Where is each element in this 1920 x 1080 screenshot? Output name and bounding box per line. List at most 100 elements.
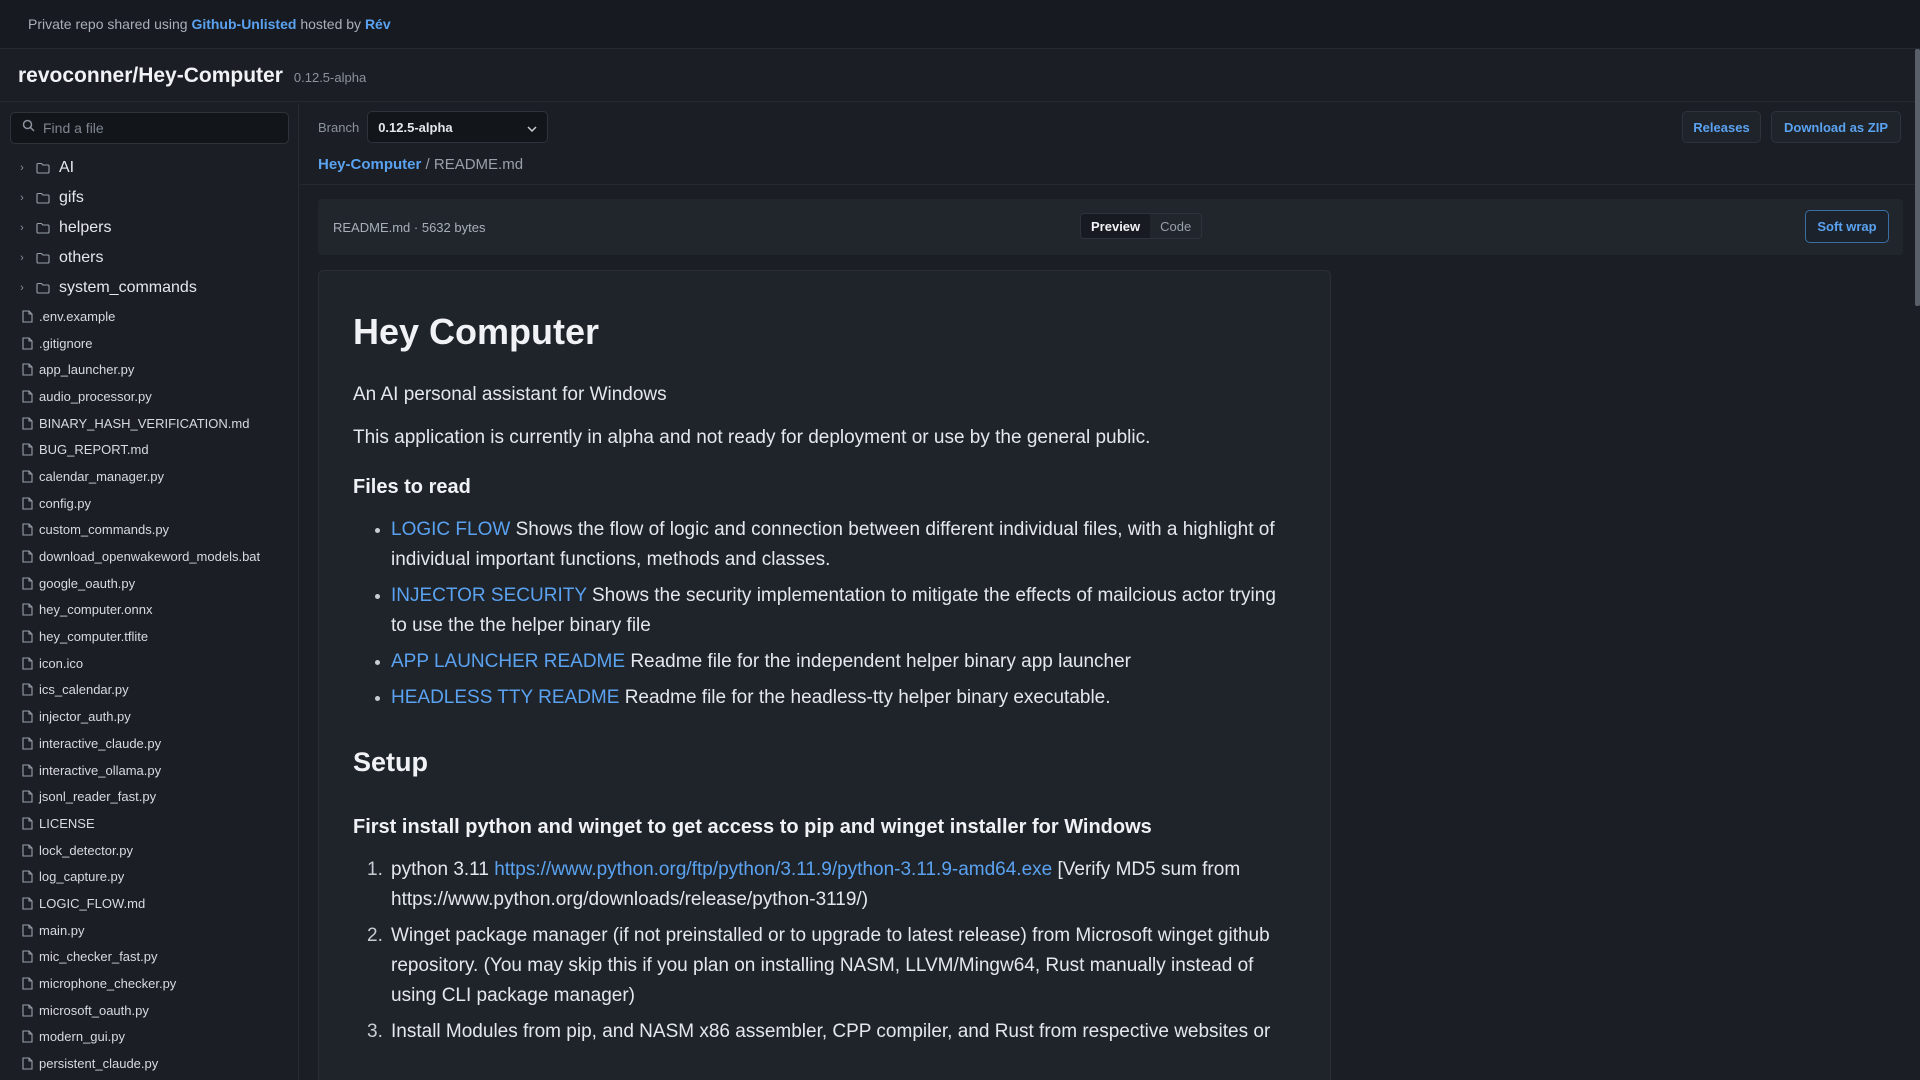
file-item[interactable]: microsoft_oauth.py <box>0 997 298 1024</box>
github-unlisted-link[interactable]: Github-Unlisted <box>191 16 296 32</box>
folder-item[interactable]: › helpers <box>0 213 298 243</box>
file-label: hey_computer.tflite <box>39 629 149 645</box>
chevron-right-icon: › <box>20 282 24 294</box>
file-item[interactable]: microphone_checker.py <box>0 970 298 997</box>
file-item[interactable]: LICENSE <box>0 810 298 837</box>
file-icon <box>22 603 33 616</box>
file-item[interactable]: LOGIC_FLOW.md <box>0 890 298 917</box>
file-icon <box>22 577 33 590</box>
folder-item[interactable]: › AI <box>0 153 298 183</box>
step-text: Install Modules from pip, and NASM x86 a… <box>391 1021 1271 1042</box>
file-item[interactable]: jsonl_reader_fast.py <box>0 783 298 810</box>
file-toolbar: README.md · 5632 bytes Preview Code Soft… <box>318 199 1903 255</box>
file-item[interactable]: .env.example <box>0 303 298 330</box>
folder-icon <box>36 252 50 264</box>
file-icon <box>22 363 33 376</box>
readme-content: Hey Computer An AI personal assistant fo… <box>318 270 1331 1080</box>
file-item[interactable]: custom_commands.py <box>0 517 298 544</box>
file-label: app_launcher.py <box>39 362 135 378</box>
folder-label: helpers <box>59 219 112 236</box>
file-icon <box>22 1004 33 1017</box>
file-item[interactable]: app_launcher.py <box>0 356 298 383</box>
file-label: lock_detector.py <box>39 842 133 858</box>
file-label: calendar_manager.py <box>39 468 165 484</box>
file-label: interactive_ollama.py <box>39 762 162 778</box>
folder-icon <box>36 282 50 294</box>
file-item[interactable]: injector_auth.py <box>0 703 298 730</box>
folder-icon <box>36 222 50 234</box>
host-link[interactable]: Rév <box>365 16 391 32</box>
file-sidebar: › AI › gifs › helpers › others › system_commands.… <box>0 103 299 1080</box>
file-icon <box>22 550 33 563</box>
breadcrumb: Hey-Computer / README.md <box>318 156 523 173</box>
code-tab[interactable]: Code <box>1150 214 1201 238</box>
file-item[interactable]: modern_gui.py <box>0 1024 298 1051</box>
file-item[interactable]: persistent_claude.py <box>0 1050 298 1077</box>
file-label: LOGIC_FLOW.md <box>39 895 146 911</box>
file-label: audio_processor.py <box>39 388 152 404</box>
file-item[interactable]: google_oauth.py <box>0 570 298 597</box>
folder-item[interactable]: › system_commands <box>0 273 298 303</box>
file-item[interactable]: BUG_REPORT.md <box>0 436 298 463</box>
folder-item[interactable]: › others <box>0 243 298 273</box>
soft-wrap-button[interactable]: Soft wrap <box>1805 210 1889 243</box>
file-item[interactable]: hey_computer.tflite <box>0 623 298 650</box>
file-item[interactable]: calendar_manager.py <box>0 463 298 490</box>
chevron-down-icon <box>527 120 537 135</box>
search-input[interactable] <box>43 120 283 136</box>
file-item[interactable]: interactive_ollama.py <box>0 757 298 784</box>
file-icon <box>22 310 33 323</box>
breadcrumb-root-link[interactable]: Hey-Computer <box>318 156 421 173</box>
list-item: HEADLESS TTY README Readme file for the … <box>373 683 1296 713</box>
file-label: .gitignore <box>39 335 93 351</box>
file-item[interactable]: hey_computer.onnx <box>0 597 298 624</box>
doc-link[interactable]: APP LAUNCHER README <box>391 651 625 672</box>
file-icon <box>22 470 33 483</box>
file-item[interactable]: interactive_claude.py <box>0 730 298 757</box>
view-toggle: Preview Code <box>1080 213 1203 239</box>
files-list: LOGIC FLOW Shows the flow of logic and c… <box>373 515 1296 713</box>
branch-select[interactable]: 0.12.5-alpha <box>367 111 549 143</box>
file-label: mic_checker_fast.py <box>39 949 158 965</box>
file-meta: README.md · 5632 bytes <box>333 219 486 235</box>
file-label: hey_computer.onnx <box>39 602 153 618</box>
file-tree: › AI › gifs › helpers › others › system_commands.… <box>0 153 298 1077</box>
download-zip-button[interactable]: Download as ZIP <box>1771 111 1901 143</box>
step-item: 1. python 3.11 https://www.python.org/ftp… <box>367 855 1296 915</box>
preview-tab[interactable]: Preview <box>1081 214 1151 238</box>
releases-button[interactable]: Releases <box>1682 111 1761 143</box>
chevron-right-icon: › <box>20 222 24 234</box>
share-banner: Private repo shared using Github-Unliste… <box>0 0 1920 49</box>
file-item[interactable]: .gitignore <box>0 330 298 357</box>
scrollbar-thumb[interactable] <box>1915 49 1920 306</box>
file-item[interactable]: config.py <box>0 490 298 517</box>
file-icon <box>22 443 33 456</box>
file-search[interactable] <box>10 112 289 144</box>
file-icon <box>22 763 33 777</box>
readme-subtitle: An AI personal assistant for Windows <box>353 384 667 405</box>
file-item[interactable]: mic_checker_fast.py <box>0 944 298 971</box>
file-label: .env.example <box>39 308 116 324</box>
doc-link[interactable]: HEADLESS TTY README <box>391 687 619 708</box>
file-icon <box>22 523 33 536</box>
file-icon <box>22 870 33 883</box>
folder-item[interactable]: › gifs <box>0 183 298 213</box>
main-panel: Branch 0.12.5-alpha Releases Download as… <box>300 103 1915 1080</box>
file-item[interactable]: log_capture.py <box>0 863 298 890</box>
doc-link[interactable]: INJECTOR SECURITY <box>391 585 587 606</box>
file-item[interactable]: audio_processor.py <box>0 383 298 410</box>
doc-link[interactable]: LOGIC FLOW <box>391 519 510 540</box>
file-item[interactable]: download_openwakeword_models.bat <box>0 543 298 570</box>
file-item[interactable]: icon.ico <box>0 650 298 677</box>
repo-title: revoconner/Hey-Computer <box>18 63 283 87</box>
step-text: Winget package manager (if not preinstal… <box>391 925 1270 1006</box>
file-item[interactable]: ics_calendar.py <box>0 677 298 704</box>
file-item[interactable]: lock_detector.py <box>0 837 298 864</box>
chevron-right-icon: › <box>20 162 24 174</box>
branch-value: 0.12.5-alpha <box>378 119 453 135</box>
step-link[interactable]: https://www.python.org/ftp/python/3.11.9… <box>494 859 1052 880</box>
doc-description: Shows the flow of logic and connection b… <box>391 519 1275 570</box>
file-item[interactable]: BINARY_HASH_VERIFICATION.md <box>0 410 298 437</box>
file-item[interactable]: main.py <box>0 917 298 944</box>
folder-label: system_commands <box>59 279 197 296</box>
